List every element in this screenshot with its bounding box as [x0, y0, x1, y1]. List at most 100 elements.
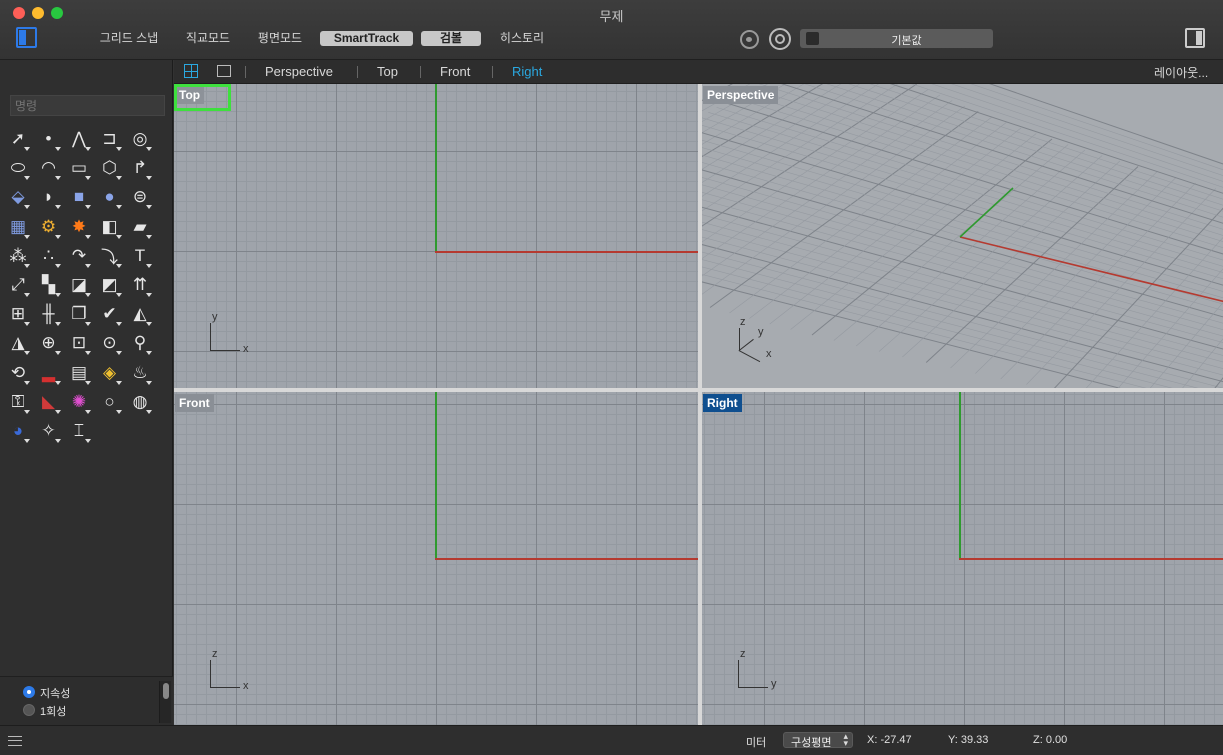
extrude-surface-icon[interactable]: ◗ [36, 184, 62, 210]
tab-right[interactable]: Right [512, 64, 542, 79]
grid-line [749, 122, 1007, 319]
rotate-icon[interactable]: ↷ [66, 243, 92, 269]
grid-line [732, 97, 1223, 249]
check-icon[interactable]: ✔ [97, 301, 123, 327]
one-time-radio[interactable] [23, 704, 35, 716]
axis-triad: z y [738, 648, 778, 692]
right-panel-toggle-icon[interactable] [1185, 28, 1205, 48]
circle-icon[interactable]: ◎ [127, 126, 153, 152]
panel-scrollbar[interactable] [159, 681, 171, 723]
select-arrow-icon[interactable]: ➚ [5, 126, 31, 152]
viewport-right[interactable]: z y Right [702, 392, 1223, 725]
solid-edit-icon[interactable]: ▰ [127, 214, 153, 240]
zoom-selected-icon[interactable]: ⊙ [97, 330, 123, 356]
curve-icon[interactable]: ⊐ [97, 126, 123, 152]
grid-line [702, 274, 1147, 388]
gear-icon[interactable]: ⚙ [36, 214, 62, 240]
mesh-plane-icon[interactable]: ▦ [5, 214, 31, 240]
surface-from-points-icon[interactable]: ⬙ [5, 184, 31, 210]
tab-front[interactable]: Front [440, 64, 470, 79]
rotate-view-icon[interactable]: ⟲ [5, 360, 31, 386]
dimension-icon[interactable]: ⇈ [127, 272, 153, 298]
menu-lines-icon[interactable] [8, 736, 22, 746]
display-mode-dropdown[interactable]: 기본값 [800, 29, 993, 48]
persistent-radio[interactable] [23, 686, 35, 698]
osnap-target-icon[interactable] [769, 28, 791, 50]
folder-icon[interactable]: ◮ [5, 330, 31, 356]
color-wheel-icon[interactable]: ✺ [66, 389, 92, 415]
tab-perspective[interactable]: Perspective [265, 64, 333, 79]
viewport-perspective-label[interactable]: Perspective [703, 86, 779, 104]
viewport-front[interactable]: z x Front [174, 392, 698, 725]
gumball-button[interactable]: 검볼 [421, 31, 481, 46]
light-bulb-icon[interactable]: ♨ [127, 360, 153, 386]
text-icon[interactable]: T [127, 243, 153, 269]
four-viewport-layout-icon[interactable] [184, 64, 198, 78]
curve-tangent-icon[interactable]: ⤵ [97, 243, 123, 269]
grid-layer-icon[interactable]: ▤ [66, 360, 92, 386]
sidebar-toggle-icon[interactable] [16, 27, 37, 48]
grid-array-icon[interactable]: ▚ [36, 272, 62, 298]
tab-top[interactable]: Top [377, 64, 398, 79]
boolean-icon[interactable]: ◧ [97, 214, 123, 240]
trim-icon[interactable]: ◪ [66, 272, 92, 298]
zoom-extent-icon[interactable]: ⊕ [36, 330, 62, 356]
cplane-dropdown[interactable]: 구성평면 ▴ ▾ [783, 732, 853, 749]
record-history-icon[interactable] [740, 30, 759, 49]
join-circles-icon[interactable]: ⁂ [5, 243, 31, 269]
polyline-icon[interactable]: ⋀ [66, 126, 92, 152]
display-mode-swatch [806, 32, 819, 45]
move-icon[interactable]: ⤢ [5, 272, 31, 298]
viewport-top[interactable]: y x Top [174, 84, 698, 388]
box-solid-icon[interactable]: ■ [66, 184, 92, 210]
split-icon[interactable]: ╫ [36, 301, 62, 327]
zoom-window-icon[interactable]: ⊡ [66, 330, 92, 356]
grid-snap-button[interactable]: 그리드 스냅 [95, 31, 163, 46]
copy-icon[interactable]: ❐ [66, 301, 92, 327]
polygon-icon[interactable]: ⬡ [97, 155, 123, 181]
history-button[interactable]: 히스토리 [494, 31, 550, 46]
render-sphere-icon[interactable]: ◕ [5, 418, 31, 444]
box-edit-icon[interactable]: ◩ [97, 272, 123, 298]
ellipse-icon[interactable]: ⬭ [5, 155, 31, 181]
group-circles-icon[interactable]: ∴ [36, 243, 62, 269]
ortho-button[interactable]: 직교모드 [180, 31, 236, 46]
single-viewport-layout-icon[interactable] [217, 65, 231, 77]
planar-button[interactable]: 평면모드 [252, 31, 308, 46]
lock-icon[interactable]: ⚿ [5, 389, 31, 415]
spotlight-icon[interactable]: ✧ [36, 418, 62, 444]
cylinder-solid-icon[interactable]: ⊜ [127, 184, 153, 210]
sphere-solid-icon[interactable]: ● [97, 184, 123, 210]
layouts-menu[interactable]: 레이아웃... [1154, 64, 1208, 81]
zoom-in-icon[interactable]: ⚲ [127, 330, 153, 356]
grid-line [889, 84, 1223, 194]
y-coordinate: Y: 39.33 [948, 734, 989, 746]
material-circle-icon[interactable]: ◍ [127, 389, 153, 415]
cut-plane-icon[interactable]: ◭ [127, 301, 153, 327]
rectangle-icon[interactable]: ▭ [66, 155, 92, 181]
viewport-area: y x Top z y x Perspective z x Front z y … [174, 84, 1223, 725]
viewport-right-label[interactable]: Right [703, 394, 742, 412]
smarttrack-button[interactable]: SmartTrack [320, 31, 413, 46]
arc-icon[interactable]: ◠ [36, 155, 62, 181]
array-icon[interactable]: ⊞ [5, 301, 31, 327]
command-input[interactable] [10, 95, 165, 116]
white-circle-icon[interactable]: ○ [97, 389, 123, 415]
point-icon[interactable]: • [36, 126, 62, 152]
grid-line [708, 112, 1223, 267]
z-axis-line [435, 392, 437, 559]
shapes-layer-icon[interactable]: ◈ [97, 360, 123, 386]
car-icon[interactable]: ▂ [36, 360, 62, 386]
cplane-label: 구성평면 [791, 737, 832, 749]
explode-icon[interactable]: ✸ [66, 214, 92, 240]
viewport-perspective[interactable]: z y x Perspective [702, 84, 1223, 388]
grid-line [729, 116, 993, 314]
dimension-tool-icon[interactable]: ⌶ [66, 418, 92, 444]
fillet-curve-icon[interactable]: ↱ [127, 155, 153, 181]
triad-axis-x: x [766, 348, 772, 360]
grid-line [931, 84, 1223, 182]
book-icon[interactable]: ◣ [36, 389, 62, 415]
selected-viewport-outline [174, 84, 231, 111]
viewport-front-label[interactable]: Front [175, 394, 214, 412]
grid-line [702, 84, 918, 227]
